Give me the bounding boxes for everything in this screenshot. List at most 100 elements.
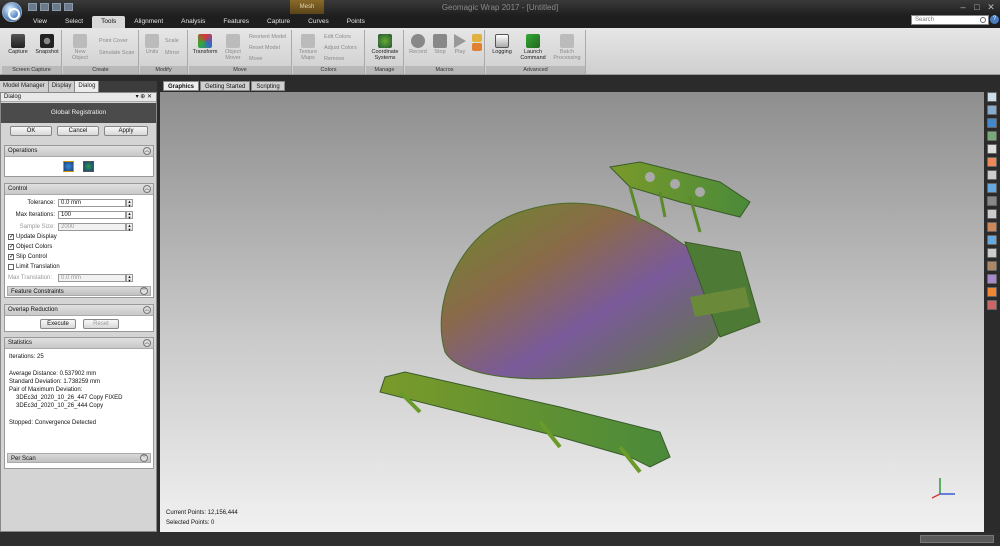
global-registration-icon[interactable] [63,161,74,172]
tab-features[interactable]: Features [214,16,258,28]
help-icon[interactable]: ? [990,15,999,24]
execute-button[interactable]: Execute [40,319,76,329]
view-front-icon[interactable] [987,170,997,180]
launch-command-button[interactable]: Launch Command [518,34,548,61]
reset-model-button[interactable]: Reset Model [249,45,280,51]
overlap-reduction-header[interactable]: Overlap Reduction ︿ [5,305,153,316]
remove-colors-button[interactable]: Remove [324,56,344,62]
close-icon[interactable]: ✕ [986,2,996,12]
view-top-icon[interactable] [987,196,997,206]
tolerance-field[interactable]: 0.0 mm [58,199,126,207]
mirror-button[interactable]: Mirror [165,50,179,56]
tab-view[interactable]: View [24,16,56,28]
tab-scripting[interactable]: Scripting [251,81,285,91]
scan-point-cloud[interactable] [160,92,984,532]
batch-processing-button[interactable]: Batch Processing [550,34,584,61]
ok-button[interactable]: OK [10,126,52,136]
snapshot-button[interactable]: Snapshot [33,34,61,55]
zoom-icon[interactable] [987,131,997,141]
units-button[interactable]: Units [143,34,161,55]
expand-icon[interactable]: ﹀ [140,287,148,295]
max-translation-spinner[interactable]: ▲ ▼ [126,274,133,283]
control-header[interactable]: Control ︿ [5,184,153,195]
collapse-icon[interactable]: ︿ [143,339,151,347]
simulate-scan-button[interactable]: Simulate Scan [99,50,134,56]
capture-button[interactable]: Capture [5,34,31,55]
coordinate-systems-button[interactable]: Coordinate Systems [368,34,402,61]
cancel-button[interactable]: Cancel [57,126,99,136]
application-menu-button[interactable] [2,2,22,22]
checkbox-unchecked[interactable] [8,264,14,270]
view-bottom-icon[interactable] [987,209,997,219]
checkbox-checked[interactable]: ✓ [8,234,14,240]
edit-colors-button[interactable]: Edit Colors [324,34,351,40]
tab-display[interactable]: Display [48,81,76,92]
logging-button[interactable]: Logging [488,34,516,55]
slip-control-checkbox[interactable]: ✓ Slip Control [8,254,47,260]
scale-button[interactable]: Scale [165,38,179,44]
checkbox-checked[interactable]: ✓ [8,244,14,250]
checkbox-checked[interactable]: ✓ [8,254,14,260]
point-cover-button[interactable]: Point Cover [99,38,128,44]
isometric-icon[interactable] [987,248,997,258]
tab-graphics[interactable]: Graphics [163,81,200,91]
tab-getting-started[interactable]: Getting Started [200,81,251,91]
transform-button[interactable]: Transform [191,34,219,55]
search-input[interactable]: Search [911,15,989,25]
max-iterations-spinner[interactable]: ▲ ▼ [126,211,133,220]
limit-translation-checkbox[interactable]: Limit Translation [8,264,60,270]
apply-button[interactable]: Apply [104,126,148,136]
view-back-icon[interactable] [987,183,997,193]
search-icon[interactable] [980,17,986,23]
lighting-icon[interactable] [987,157,997,167]
record-button[interactable]: Record [407,34,429,55]
tab-select[interactable]: Select [56,16,92,28]
sample-size-field[interactable]: 2000 [58,223,126,231]
max-translation-field[interactable]: 0.0 mm [58,274,126,282]
statistics-header[interactable]: Statistics ︿ [5,338,153,349]
tab-tools[interactable]: Tools [92,16,126,28]
view-left-icon[interactable] [987,222,997,232]
play-button[interactable]: Play [451,34,469,55]
operations-header[interactable]: Operations ︿ [5,146,153,157]
tab-model-manager[interactable]: Model Manager [0,81,49,92]
tab-points[interactable]: Points [338,16,374,28]
object-mover-button[interactable]: Object Mover [220,34,246,61]
manual-registration-icon[interactable] [83,161,94,172]
collapse-icon[interactable]: ︿ [143,147,151,155]
tab-dialog[interactable]: Dialog [75,81,100,92]
sample-size-spinner[interactable]: ▲ ▼ [126,223,133,232]
clip-icon[interactable] [987,261,997,271]
collapse-icon[interactable]: ︿ [143,185,151,193]
render-icon[interactable] [987,300,997,310]
macro-folder-button[interactable] [471,34,483,52]
section-icon[interactable] [987,274,997,284]
zoom-window-icon[interactable] [987,144,997,154]
object-colors-checkbox[interactable]: ✓ Object Colors [8,244,52,250]
minimize-icon[interactable]: – [958,2,968,12]
per-scan-header[interactable]: Per Scan ﹀ [7,453,151,463]
move-dropdown[interactable]: Move [249,56,262,62]
tab-alignment[interactable]: Alignment [125,16,172,28]
adjust-colors-button[interactable]: Adjust Colors [324,45,357,51]
fender-scan[interactable] [440,202,721,380]
reset-button[interactable]: Reset [83,319,119,329]
rotate-icon[interactable] [987,105,997,115]
stop-button[interactable]: Stop [431,34,449,55]
pin-close-icon[interactable]: ▾ ⊕ ✕ [136,93,152,102]
pan-icon[interactable] [987,118,997,128]
new-object-button[interactable]: New Object [66,34,94,61]
collapse-icon[interactable]: ︿ [143,306,151,314]
update-display-checkbox[interactable]: ✓ Update Display [8,234,57,240]
tab-analysis[interactable]: Analysis [172,16,214,28]
tolerance-spinner[interactable]: ▲ ▼ [126,199,133,208]
reorient-model-button[interactable]: Reorient Model [249,34,286,40]
maximize-icon[interactable]: □ [972,2,982,12]
fit-view-icon[interactable] [987,92,997,102]
expand-icon[interactable]: ﹀ [140,454,148,462]
feature-constraints-header[interactable]: Feature Constraints ﹀ [7,286,151,296]
view-right-icon[interactable] [987,235,997,245]
tab-curves[interactable]: Curves [299,16,338,28]
graphics-viewport[interactable]: Current Points: 12,156,444 Selected Poin… [160,92,984,532]
tab-capture[interactable]: Capture [258,16,299,28]
